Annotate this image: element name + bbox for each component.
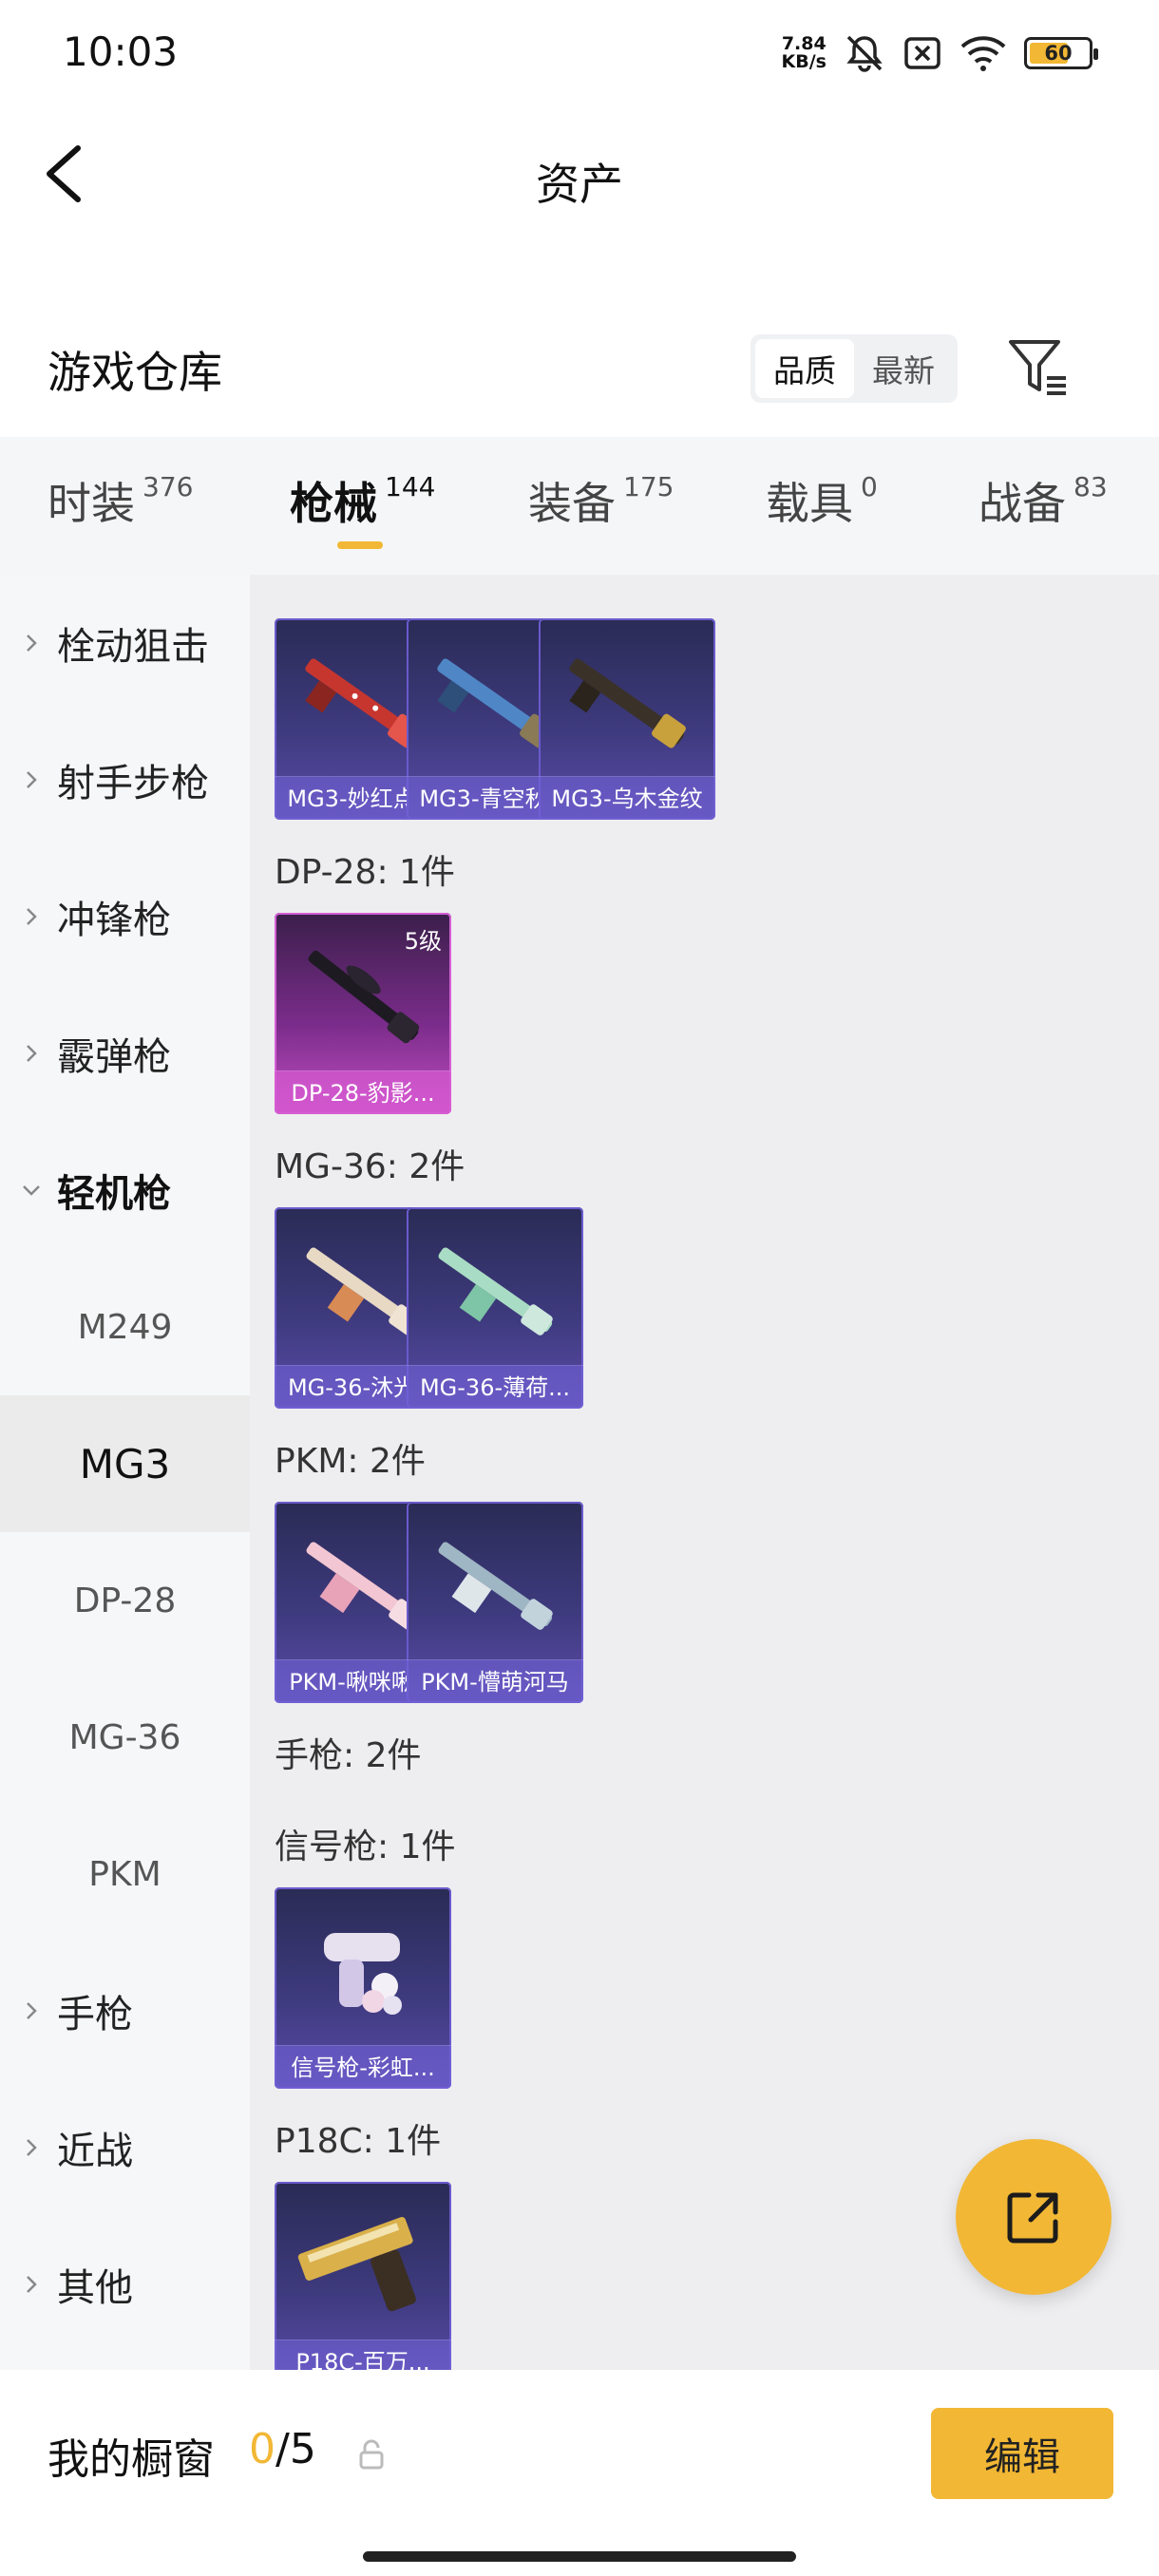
sidebar-item-smg[interactable]: 冲锋枪: [0, 848, 250, 985]
lmg-skin-icon: [438, 1542, 553, 1630]
battery-icon: 60: [1024, 37, 1098, 69]
chevron-right-icon: [27, 2139, 37, 2156]
lmg-skin-icon: [569, 658, 686, 748]
tab-weapons[interactable]: 枪械 144: [290, 469, 435, 532]
item-card[interactable]: PKM-懵萌河马: [407, 1502, 583, 1703]
sidebar-item-melee[interactable]: 近战: [0, 2079, 250, 2216]
chevron-right-icon: [27, 1045, 37, 1062]
sidebar-item-other[interactable]: 其他: [0, 2216, 250, 2353]
status-time: 10:03: [63, 28, 179, 75]
warehouse-title: 游戏仓库: [48, 347, 222, 398]
lock-icon: [359, 2439, 384, 2470]
sort-toggle: 品质 最新: [750, 334, 958, 403]
group-label-mg36: MG-36: 2件: [275, 1147, 466, 1186]
filter-icon[interactable]: [1005, 334, 1072, 401]
sidebar-item-bolt-sniper[interactable]: 栓动狙击: [0, 575, 250, 711]
item-card[interactable]: P18C-百万...: [275, 2182, 451, 2370]
chevron-right-icon: [27, 908, 37, 925]
sidebar-subitem-m249[interactable]: M249: [0, 1259, 250, 1395]
showcase-label: 我的橱窗: [48, 2435, 215, 2484]
network-speed: 7.84 KB/s: [781, 33, 826, 72]
sidebar-item-marksman-rifle[interactable]: 射手步枪: [0, 711, 250, 848]
sort-by-quality[interactable]: 品质: [755, 339, 854, 398]
group-label-pistol: 手枪: 2件: [275, 1736, 422, 1775]
item-card[interactable]: 5级 DP-28-豹影...: [275, 913, 451, 1114]
wifi-icon: [960, 36, 1006, 71]
header: 资产: [0, 112, 1159, 245]
group-label-flare-gun: 信号枪: 1件: [275, 1828, 456, 1866]
sidebar-subitem-mg3[interactable]: MG3: [0, 1395, 250, 1532]
group-label-dp28: DP-28: 1件: [275, 853, 455, 892]
chevron-right-icon: [27, 635, 37, 652]
page-title: 资产: [536, 159, 623, 210]
flare-gun-skin-icon: [324, 1933, 402, 2015]
sidebar-subitem-mg36[interactable]: MG-36: [0, 1669, 250, 1806]
group-label-p18c: P18C: 1件: [275, 2122, 442, 2161]
tab-supplies[interactable]: 战备 83: [978, 469, 1108, 532]
chevron-down-icon: [23, 1185, 40, 1196]
sidebar-item-lmg[interactable]: 轻机枪: [0, 1122, 250, 1259]
tab-equipment[interactable]: 装备 175: [528, 469, 674, 532]
item-card[interactable]: 信号枪-彩虹...: [275, 1887, 451, 2089]
lmg-skin-icon: [438, 1247, 553, 1335]
item-grid: MG3-妙红点点 MG3-青空秋雨 MG3-乌木金纹 DP-28: 1件 5级 …: [250, 575, 1159, 2370]
sim-off-icon: [904, 37, 940, 69]
sidebar-item-shotgun[interactable]: 霰弹枪: [0, 985, 250, 1122]
tab-vehicles[interactable]: 载具 0: [766, 469, 878, 532]
share-external-icon: [1007, 2192, 1058, 2244]
chevron-right-icon: [27, 2002, 37, 2019]
showcase-count: 0/5: [249, 2425, 316, 2473]
bottom-bar: 我的橱窗 0/5 编辑: [0, 2370, 1159, 2576]
home-indicator[interactable]: [363, 2551, 796, 2562]
share-button[interactable]: [956, 2139, 1112, 2295]
group-label-pkm: PKM: 2件: [275, 1442, 426, 1481]
sidebar-item-pistol[interactable]: 手枪: [0, 1942, 250, 2079]
sort-by-newest[interactable]: 最新: [854, 339, 953, 398]
status-icons: 7.84 KB/s 60: [781, 32, 1098, 74]
pistol-skin-icon: [297, 2217, 416, 2312]
edit-button[interactable]: 编辑: [931, 2408, 1113, 2499]
weapon-category-sidebar: 栓动狙击 射手步枪 冲锋枪 霰弹枪 轻机枪 M249 MG3 DP-28 MG-…: [0, 575, 250, 2370]
item-card[interactable]: MG3-乌木金纹: [539, 618, 715, 820]
tab-fashion[interactable]: 时装 376: [48, 469, 193, 532]
sidebar-subitem-dp28[interactable]: DP-28: [0, 1532, 250, 1669]
category-tabs: 时装 376 枪械 144 装备 175 载具 0 战备 83: [0, 437, 1159, 575]
active-tab-indicator: [337, 541, 383, 549]
mute-icon: [846, 35, 883, 72]
item-card[interactable]: MG-36-薄荷...: [407, 1207, 583, 1409]
chevron-right-icon: [27, 2276, 37, 2293]
status-bar: 10:03 7.84 KB/s 60: [0, 0, 1159, 112]
sidebar-subitem-pkm[interactable]: PKM: [0, 1806, 250, 1942]
chevron-right-icon: [27, 771, 37, 788]
